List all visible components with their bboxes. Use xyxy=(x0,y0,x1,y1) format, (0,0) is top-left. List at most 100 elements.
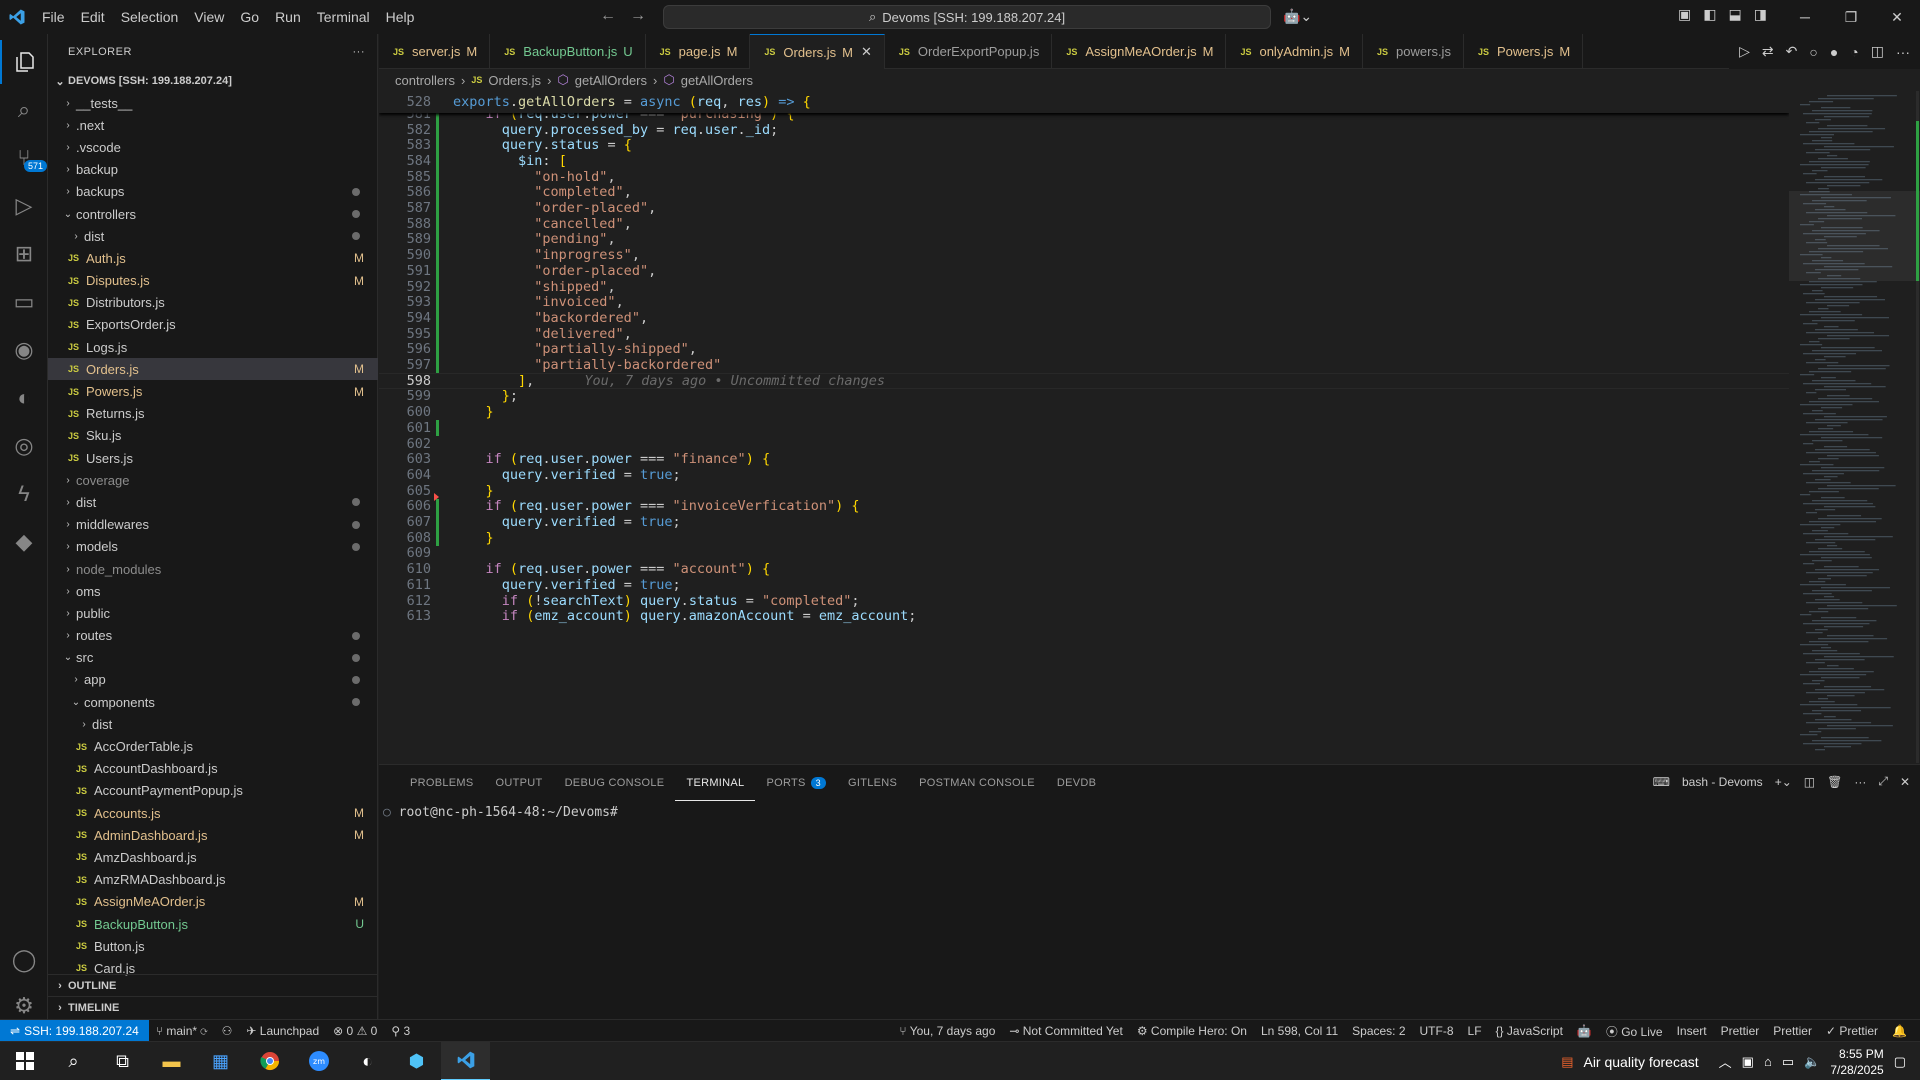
code-line[interactable]: 591 "order-placed", xyxy=(379,263,1789,279)
app-icon-2[interactable]: ⬢ xyxy=(392,1042,441,1080)
chrome-icon[interactable] xyxy=(245,1042,294,1080)
file-item[interactable]: JS Sku.js xyxy=(48,425,378,447)
branch-indicator[interactable]: ⑂ main* ⟳ xyxy=(149,1024,215,1038)
folder-item[interactable]: › .vscode xyxy=(48,136,378,158)
editor-tab[interactable]: JS Powers.js M xyxy=(1464,34,1584,69)
commit-status[interactable]: ⊸ Not Committed Yet xyxy=(1002,1024,1129,1038)
copilot-icon[interactable]: 🤖⌄ xyxy=(1283,8,1312,25)
prettier-3[interactable]: ✓ Prettier xyxy=(1819,1024,1885,1038)
encoding[interactable]: UTF-8 xyxy=(1413,1024,1461,1038)
prettier-2[interactable]: Prettier xyxy=(1766,1024,1819,1038)
terminal[interactable]: ○ root@nc-ph-1564-48:~/Devoms# xyxy=(379,805,618,820)
file-item[interactable]: JS Returns.js xyxy=(48,403,378,425)
file-item[interactable]: JS Powers.js M xyxy=(48,380,378,402)
menu-terminal[interactable]: Terminal xyxy=(309,9,378,25)
code-line[interactable]: 598 ], You, 7 days ago • Uncommitted chan… xyxy=(379,373,1789,389)
command-center[interactable]: ⌕ Devoms [SSH: 199.188.207.24] xyxy=(663,5,1271,29)
panel-tab-gitlens[interactable]: GITLENS xyxy=(837,765,908,801)
code-line[interactable]: 601 xyxy=(379,420,1789,436)
code-line[interactable]: 590 "inprogress", xyxy=(379,247,1789,263)
source-control-icon[interactable]: ⑂ 571 xyxy=(0,136,48,180)
file-item[interactable]: JS AssignMeAOrder.js M xyxy=(48,891,378,913)
vscode-taskbar-icon[interactable] xyxy=(441,1041,490,1080)
menu-file[interactable]: File xyxy=(34,9,73,25)
code-line[interactable]: 605 } xyxy=(379,483,1789,499)
folder-item[interactable]: › coverage xyxy=(48,469,378,491)
store-icon[interactable]: ▦ xyxy=(196,1042,245,1080)
thunder-client-icon[interactable]: ϟ xyxy=(0,472,48,516)
folder-item[interactable]: › public xyxy=(48,602,378,624)
code-line[interactable]: 586 "completed", xyxy=(379,184,1789,200)
file-item[interactable]: JS AdminDashboard.js M xyxy=(48,824,378,846)
gitlens-inspect-icon[interactable]: ◔ xyxy=(1850,44,1858,60)
folder-item[interactable]: › middlewares xyxy=(48,514,378,536)
code-line[interactable]: 582 query.processed_by = req.user._id; xyxy=(379,122,1789,138)
folder-item[interactable]: › routes xyxy=(48,625,378,647)
minimap[interactable] xyxy=(1789,91,1920,763)
remote-indicator[interactable]: ⇌ SSH: 199.188.207.24 xyxy=(0,1019,149,1042)
windows-start-icon[interactable] xyxy=(0,1042,49,1080)
minimize-icon[interactable]: ─ xyxy=(1782,0,1828,34)
menu-selection[interactable]: Selection xyxy=(113,9,187,25)
problems-indicator[interactable]: ⊗ 0 ⚠ 0 xyxy=(326,1024,384,1038)
database-icon[interactable]: ◎ xyxy=(0,424,48,468)
folder-item[interactable]: › .next xyxy=(48,114,378,136)
file-item[interactable]: JS ExportsOrder.js xyxy=(48,314,378,336)
maximize-panel-icon[interactable]: ⤢ xyxy=(1878,774,1888,789)
next-change-icon[interactable]: ● xyxy=(1830,44,1838,60)
back-arrow-icon[interactable]: ← xyxy=(600,7,616,25)
task-view-icon[interactable]: ⧉ xyxy=(98,1042,147,1080)
editor-tab[interactable]: JS page.js M xyxy=(646,34,751,69)
timeline-section[interactable]: › TIMELINE xyxy=(48,996,378,1018)
revert-icon[interactable]: ↶ xyxy=(1786,43,1798,60)
zoom-icon[interactable]: zm xyxy=(294,1042,343,1080)
more-actions-icon[interactable]: ··· xyxy=(1896,44,1910,60)
folder-item[interactable]: › dist xyxy=(48,491,378,513)
file-explorer-icon[interactable]: ▬ xyxy=(147,1042,196,1080)
code-line[interactable]: 608 } xyxy=(379,530,1789,546)
code-line[interactable]: 587 "order-placed", xyxy=(379,200,1789,216)
editor-tab[interactable]: JS BackupButton.js U xyxy=(490,34,646,69)
prettier-1[interactable]: Prettier xyxy=(1714,1024,1767,1038)
search-icon[interactable]: ⌕ xyxy=(49,1042,98,1080)
code-line[interactable]: 609 xyxy=(379,545,1789,561)
code-line[interactable]: 600 } xyxy=(379,404,1789,420)
outline-section[interactable]: › OUTLINE xyxy=(48,974,378,996)
code-line[interactable]: 610 if (req.user.power === "account") { xyxy=(379,561,1789,577)
indentation[interactable]: Spaces: 2 xyxy=(1345,1024,1412,1038)
insert-mode[interactable]: Insert xyxy=(1670,1024,1714,1038)
menu-help[interactable]: Help xyxy=(378,9,423,25)
toggle-panel-icon[interactable]: ⬓ xyxy=(1728,6,1741,23)
panel-tab-postman-console[interactable]: POSTMAN CONSOLE xyxy=(908,765,1046,801)
eol[interactable]: LF xyxy=(1461,1024,1489,1038)
sticky-scroll-line[interactable]: 528 exports.getAllOrders = async (req, r… xyxy=(379,91,1789,113)
new-terminal-icon[interactable]: +⌄ xyxy=(1775,775,1792,789)
editor-tab[interactable]: JS AssignMeAOrder.js M xyxy=(1052,34,1227,69)
menu-run[interactable]: Run xyxy=(267,9,309,25)
editor-tab[interactable]: JS Orders.js M ✕ xyxy=(750,34,885,69)
file-item[interactable]: JS Distributors.js xyxy=(48,292,378,314)
close-tab-icon[interactable]: ✕ xyxy=(861,44,872,60)
folder-item[interactable]: › backup xyxy=(48,159,378,181)
editor-tab[interactable]: JS powers.js xyxy=(1363,34,1464,69)
panel-tab-problems[interactable]: PROBLEMS xyxy=(399,765,485,801)
language-mode[interactable]: {} JavaScript xyxy=(1489,1024,1570,1038)
account-icon[interactable]: ◯ xyxy=(0,938,48,982)
terminal-name[interactable]: bash - Devoms xyxy=(1682,775,1763,789)
code-line[interactable]: 583 query.status = { xyxy=(379,137,1789,153)
code-line[interactable]: 589 "pending", xyxy=(379,231,1789,247)
customize-layout-icon[interactable]: ▣ xyxy=(1678,6,1691,23)
menu-view[interactable]: View xyxy=(186,9,232,25)
file-item[interactable]: JS AmzRMADashboard.js xyxy=(48,869,378,891)
split-terminal-icon[interactable]: ◫ xyxy=(1804,775,1815,789)
previous-change-icon[interactable]: ○ xyxy=(1809,44,1817,60)
breadcrumb-item[interactable]: getAllOrders xyxy=(681,73,753,88)
code-line[interactable]: 602 xyxy=(379,436,1789,452)
split-editor-icon[interactable]: ◫ xyxy=(1871,43,1884,60)
folder-item[interactable]: › models xyxy=(48,536,378,558)
display-icon[interactable]: ▭ xyxy=(1782,1054,1794,1070)
compile-hero[interactable]: ⚙ Compile Hero: On xyxy=(1130,1024,1254,1038)
gitlens-icon[interactable]: ◉ xyxy=(0,328,48,372)
postman-icon[interactable]: ◐ xyxy=(0,376,48,420)
code-line[interactable]: 612 if (!searchText) query.status = "com… xyxy=(379,593,1789,609)
